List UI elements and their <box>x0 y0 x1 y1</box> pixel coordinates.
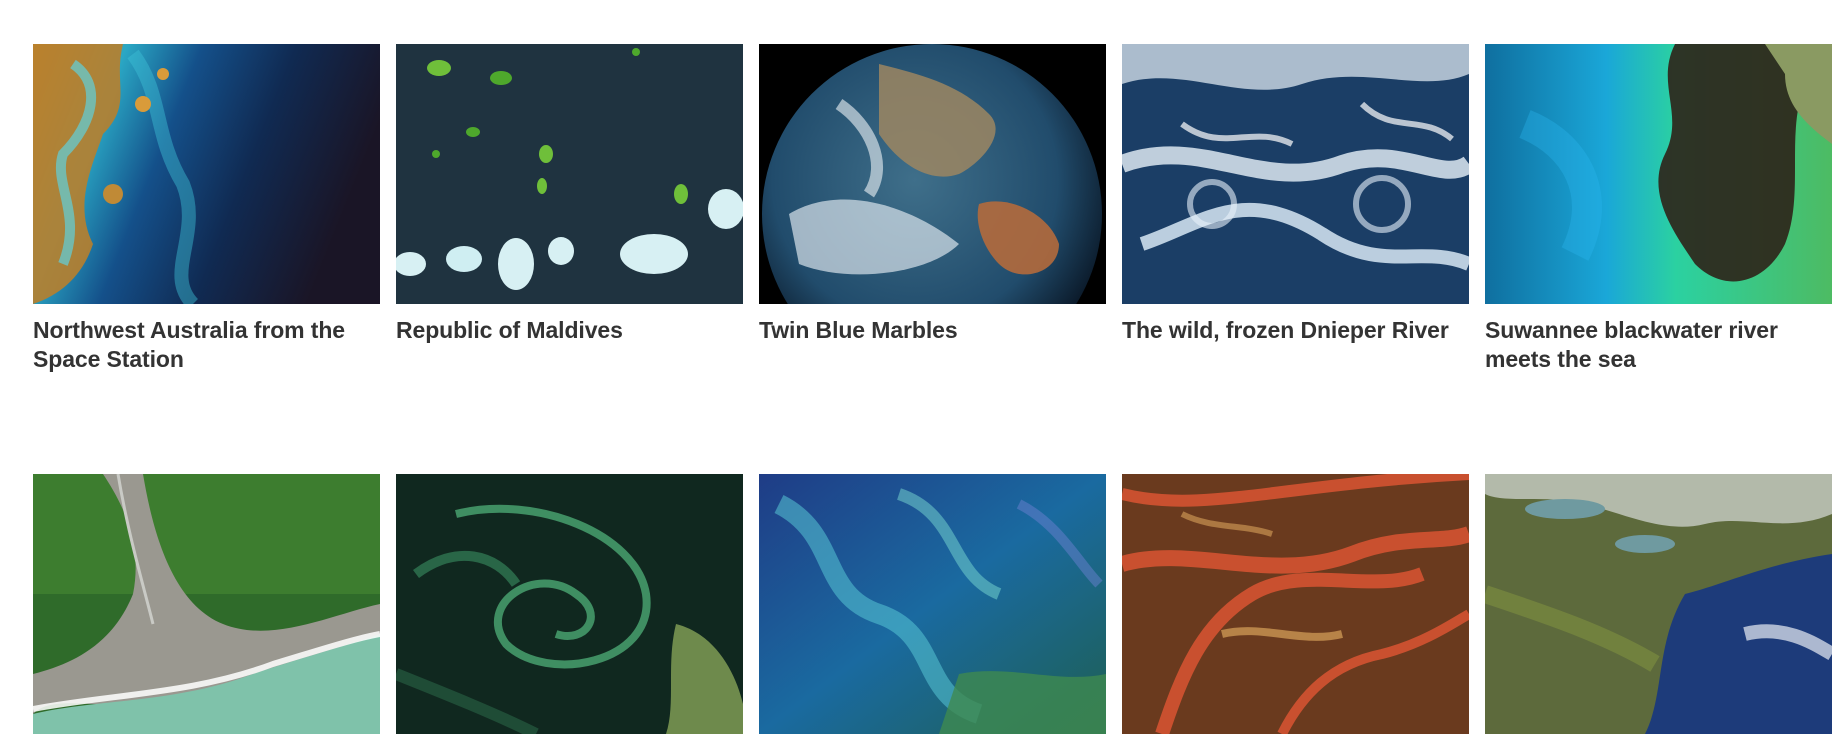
gallery-card-dnieper-river[interactable]: The wild, frozen Dnieper River <box>1122 44 1469 345</box>
card-title[interactable]: Twin Blue Marbles <box>759 316 1106 345</box>
gallery-card-northwest-australia[interactable]: Northwest Australia from the Space Stati… <box>33 44 380 374</box>
northwest-australia-photo[interactable] <box>33 44 380 304</box>
image-gallery: Northwest Australia from the Space Stati… <box>0 0 1846 748</box>
card-title[interactable]: Northwest Australia from the Space Stati… <box>33 316 380 374</box>
blackwater-river-photo[interactable] <box>1485 44 1832 304</box>
frozen-river-photo[interactable] <box>1122 44 1469 304</box>
gallery-card-maldives[interactable]: Republic of Maldives <box>396 44 743 345</box>
card-title[interactable]: Suwannee blackwater river meets the sea <box>1485 316 1832 374</box>
east-coast-satellite-photo[interactable] <box>1485 474 1832 734</box>
blue-marble-earth-photo[interactable] <box>759 44 1106 304</box>
card-title[interactable]: The wild, frozen Dnieper River <box>1122 316 1469 345</box>
gallery-card-east-coast[interactable] <box>1485 474 1832 746</box>
gallery-card-suwannee-river[interactable]: Suwannee blackwater river meets the sea <box>1485 44 1832 374</box>
maldives-atolls-photo[interactable] <box>396 44 743 304</box>
ocean-bloom-photo[interactable] <box>759 474 1106 734</box>
gallery-card-glacier-delta[interactable] <box>33 474 380 746</box>
glacier-delta-coast-photo[interactable] <box>33 474 380 734</box>
red-river-delta-photo[interactable] <box>1122 474 1469 734</box>
gallery-card-phytoplankton-swirl[interactable] <box>396 474 743 746</box>
phytoplankton-swirl-photo[interactable] <box>396 474 743 734</box>
gallery-card-twin-blue-marbles[interactable]: Twin Blue Marbles <box>759 44 1106 345</box>
gallery-card-red-river-delta[interactable] <box>1122 474 1469 746</box>
gallery-card-ocean-bloom[interactable] <box>759 474 1106 746</box>
card-title[interactable]: Republic of Maldives <box>396 316 743 345</box>
